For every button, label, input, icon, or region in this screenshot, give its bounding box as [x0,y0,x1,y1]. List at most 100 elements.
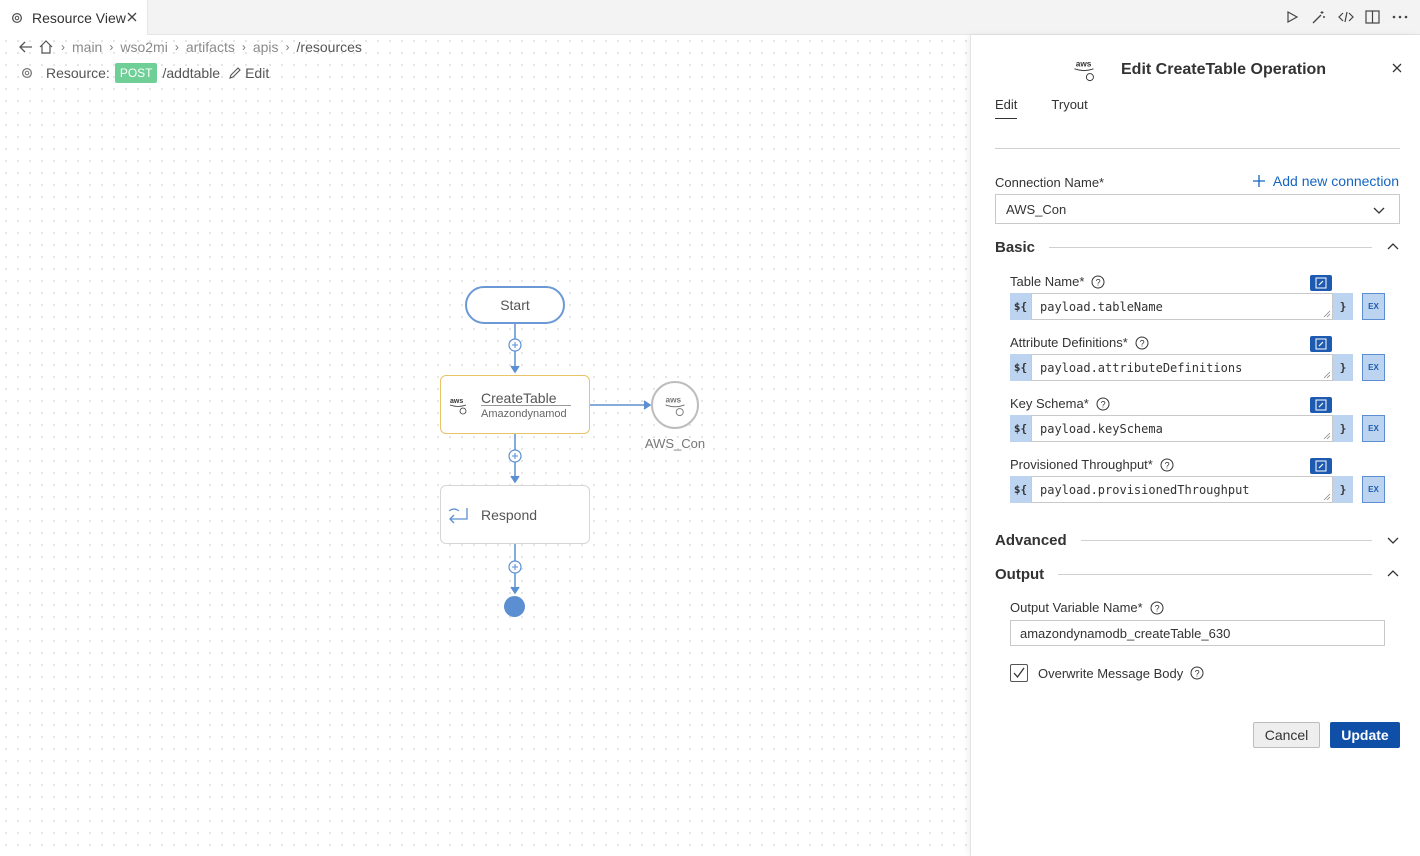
run-icon[interactable] [1283,8,1300,26]
chevron-down-icon [1373,207,1385,214]
create-table-node-subtitle: Amazondynamod [481,408,567,420]
field-label: Key Schema* [1010,396,1089,411]
table-name-value: payload.tableName [1040,300,1163,314]
magic-wand-icon[interactable] [1310,8,1327,26]
expression-input-row: ${ payload.tableName } EX [1010,293,1385,320]
split-editor-icon[interactable] [1364,8,1381,26]
key-schema-value: payload.keySchema [1040,422,1163,436]
add-new-connection-button[interactable]: Add new connection [1252,173,1399,189]
more-icon[interactable] [1391,8,1408,26]
panel-title: Edit CreateTable Operation [1121,61,1327,78]
section-basic[interactable]: Basic [995,237,1400,257]
connection-select[interactable]: AWS_Con [995,194,1400,224]
create-table-node[interactable]: aws CreateTable Amazondynamod [440,375,590,434]
ex-button[interactable]: EX [1362,293,1385,320]
attribute-definitions-value: payload.attributeDefinitions [1040,361,1243,375]
chevron-down-icon[interactable] [1386,533,1400,547]
ex-button[interactable]: EX [1362,476,1385,503]
update-button[interactable]: Update [1330,722,1400,748]
svg-text:?: ? [1164,460,1169,470]
section-output[interactable]: Output [995,564,1400,584]
cancel-button[interactable]: Cancel [1253,722,1320,748]
close-icon[interactable] [1390,61,1404,75]
help-icon[interactable]: ? [1190,666,1204,680]
aws-logo-icon: aws [1074,59,1094,82]
start-node-label: Start [500,297,530,313]
expression-suffix: } [1333,415,1353,442]
help-icon[interactable]: ? [1135,336,1149,350]
output-variable-input[interactable]: amazondynamodb_createTable_630 [1010,620,1385,646]
field-label: Attribute Definitions* [1010,335,1128,350]
output-variable-value: amazondynamodb_createTable_630 [1020,626,1231,641]
expression-editor-button[interactable] [1310,275,1332,291]
section-advanced-title: Advanced [995,531,1067,549]
start-node[interactable]: Start [465,286,565,324]
edit-operation-panel: aws Edit CreateTable Operation Edit Tryo… [970,35,1420,856]
expression-input-row: ${ payload.keySchema } EX [1010,415,1385,442]
section-divider [1080,539,1372,541]
expression-suffix: } [1333,293,1353,320]
tab-edit[interactable]: Edit [995,97,1018,119]
expression-prefix: ${ [1010,354,1031,381]
table-name-input[interactable]: payload.tableName [1031,293,1333,320]
connection-name-label: Connection Name* [995,175,1105,190]
help-icon[interactable]: ? [1150,601,1164,615]
section-divider [1049,246,1372,248]
provisioned-throughput-value: payload.provisionedThroughput [1040,483,1250,497]
resize-handle-icon[interactable] [1323,493,1331,501]
create-table-node-title: CreateTable [481,390,557,406]
resize-handle-icon[interactable] [1323,310,1331,318]
tab-tryout[interactable]: Tryout [1051,97,1087,119]
expression-prefix: ${ [1010,476,1031,503]
expression-input-row: ${ payload.provisionedThroughput } EX [1010,476,1385,503]
aws-connection-node[interactable]: aws [651,381,699,429]
respond-node-label: Respond [481,507,538,523]
svg-text:?: ? [1139,338,1144,348]
help-icon[interactable]: ? [1096,397,1110,411]
ex-button[interactable]: EX [1362,354,1385,381]
plus-icon [1252,175,1265,187]
section-basic-title: Basic [995,238,1036,256]
connection-select-value: AWS_Con [1006,202,1067,217]
overwrite-message-body-checkbox[interactable] [1010,664,1028,682]
field-label-wrap: Key Schema* ? [1010,396,1110,411]
help-icon[interactable]: ? [1160,458,1174,472]
field-label: Table Name* [1010,274,1085,289]
svg-text:?: ? [1096,277,1101,287]
overwrite-message-body-label: Overwrite Message Body [1038,665,1184,681]
section-divider [1058,573,1372,575]
respond-node[interactable]: Respond [440,485,590,544]
help-icon[interactable]: ? [1091,275,1105,289]
field-label-wrap: Table Name* ? [1010,274,1105,289]
svg-text:?: ? [1154,603,1159,613]
expression-input-row: ${ payload.attributeDefinitions } EX [1010,354,1385,381]
chevron-up-icon[interactable] [1386,240,1400,254]
svg-text:?: ? [1195,669,1200,679]
output-variable-label-wrap: Output Variable Name* ? [1010,600,1164,615]
section-advanced[interactable]: Advanced [995,530,1400,550]
provisioned-throughput-input[interactable]: payload.provisionedThroughput [1031,476,1333,503]
aws-logo-icon: aws [449,398,467,415]
aws-logo-icon: aws [665,396,685,417]
checkmark-icon [1013,667,1025,679]
resize-handle-icon[interactable] [1323,371,1331,379]
expression-editor-button[interactable] [1310,397,1332,413]
field-label-wrap: Provisioned Throughput* ? [1010,457,1174,472]
expression-editor-button[interactable] [1310,458,1332,474]
ex-button[interactable]: EX [1362,415,1385,442]
expression-editor-button[interactable] [1310,336,1332,352]
resize-handle-icon[interactable] [1323,432,1331,440]
expression-prefix: ${ [1010,415,1031,442]
end-node[interactable] [504,596,525,617]
svg-text:?: ? [1100,399,1105,409]
attribute-definitions-input[interactable]: payload.attributeDefinitions [1031,354,1333,381]
code-icon[interactable] [1337,8,1354,26]
expression-suffix: } [1333,354,1353,381]
chevron-up-icon[interactable] [1386,567,1400,581]
section-output-title: Output [995,565,1045,583]
respond-icon [448,508,468,524]
key-schema-input[interactable]: payload.keySchema [1031,415,1333,442]
edit-expression-icon [1315,460,1327,472]
aws-logo-text: aws [1076,59,1092,68]
output-variable-label: Output Variable Name* [1010,600,1143,615]
